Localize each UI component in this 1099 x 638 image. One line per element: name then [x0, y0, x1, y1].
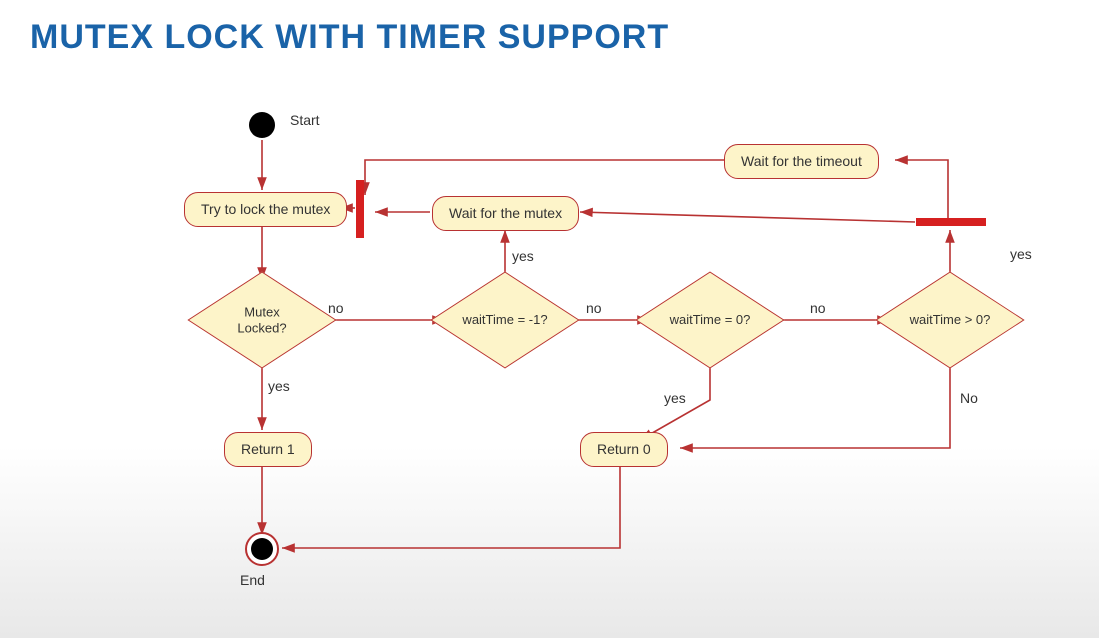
- edge-gt0-yes: yes: [1010, 246, 1032, 262]
- wait-mutex-node: Wait for the mutex: [432, 196, 579, 231]
- edge-mutex-no: no: [328, 300, 344, 316]
- end-node: [245, 532, 279, 566]
- edge-neg1-yes: yes: [512, 248, 534, 264]
- sync-bar-right: [916, 218, 986, 226]
- edge-gt0-no: No: [960, 390, 978, 406]
- start-label: Start: [290, 112, 320, 128]
- edge-0-no: no: [810, 300, 826, 316]
- waittime-neg1-decision: waitTime = -1?: [445, 280, 565, 360]
- start-node: [249, 112, 275, 138]
- mutex-locked-decision: Mutex Locked?: [202, 280, 322, 360]
- wait-timeout-node: Wait for the timeout: [724, 144, 879, 179]
- sync-bar-left: [356, 180, 364, 238]
- waittime-0-decision: waitTime = 0?: [650, 280, 770, 360]
- return-1-node: Return 1: [224, 432, 312, 467]
- edge-neg1-no: no: [586, 300, 602, 316]
- try-lock-node: Try to lock the mutex: [184, 192, 347, 227]
- flowchart-canvas: Start Try to lock the mutex Wait for the…: [0, 0, 1099, 638]
- edge-mutex-yes: yes: [268, 378, 290, 394]
- end-label: End: [240, 572, 265, 588]
- waittime-gt0-decision: waitTime > 0?: [890, 280, 1010, 360]
- end-icon: [245, 532, 279, 566]
- start-icon: [249, 112, 275, 138]
- edge-0-yes: yes: [664, 390, 686, 406]
- return-0-node: Return 0: [580, 432, 668, 467]
